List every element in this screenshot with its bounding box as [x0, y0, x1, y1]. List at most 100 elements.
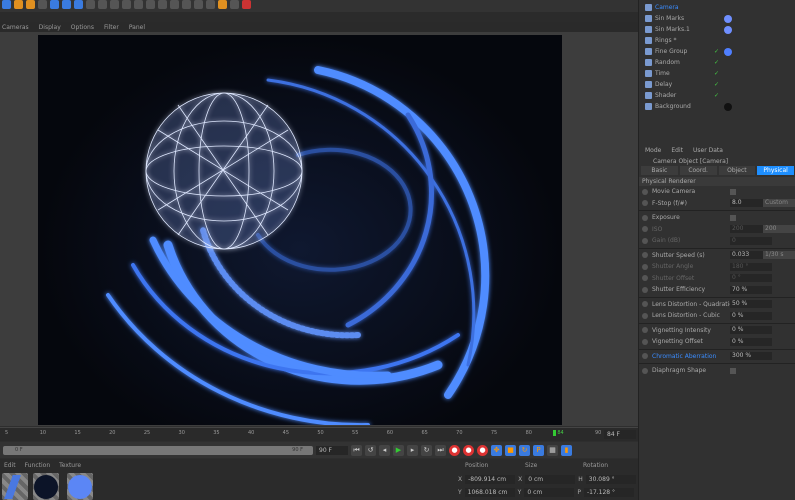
animate-dot-icon[interactable] [642, 252, 648, 259]
object-row[interactable]: Time ✓ [639, 68, 795, 79]
key-parameter-icon[interactable]: P [533, 444, 544, 456]
floor-icon[interactable] [182, 0, 191, 9]
param-value[interactable]: 0 % [730, 311, 772, 320]
z-axis-icon[interactable] [74, 0, 83, 9]
enabled-check-icon[interactable]: ✓ [714, 92, 719, 99]
object-row[interactable]: Shader ✓ [639, 90, 795, 101]
material-tag-icon[interactable] [724, 102, 732, 111]
keyframe-selection-icon[interactable]: ● [477, 444, 488, 456]
size-x-field[interactable]: 0 cm [525, 475, 576, 484]
menu-mode[interactable]: Mode [645, 147, 661, 154]
animate-dot-icon[interactable] [642, 327, 648, 334]
enabled-check-icon[interactable]: ✓ [714, 81, 719, 88]
render-settings-icon[interactable] [110, 0, 119, 9]
animate-dot-icon[interactable] [642, 188, 648, 195]
rotation-p-field[interactable]: -17.128 ° [583, 488, 634, 497]
animate-dot-icon[interactable] [642, 301, 648, 308]
prev-key-icon[interactable]: ↺ [365, 444, 376, 456]
menu-user-data[interactable]: User Data [693, 147, 723, 154]
param-value[interactable]: 0 % [730, 326, 772, 335]
rotation-h-field[interactable]: 30.089 ° [585, 475, 636, 484]
size-y-field[interactable]: 0 cm [524, 488, 575, 497]
object-row[interactable]: Camera [639, 2, 795, 13]
menu-filter[interactable]: Filter [104, 24, 119, 31]
object-row[interactable]: Delay ✓ [639, 79, 795, 90]
param-value[interactable]: 70 % [730, 285, 772, 294]
play-icon[interactable]: ▶ [393, 444, 404, 456]
animate-dot-icon[interactable] [642, 263, 648, 270]
animate-dot-icon[interactable] [642, 353, 648, 360]
playhead[interactable]: 84 [553, 430, 564, 436]
object-row[interactable]: Sin Marks.1 [639, 24, 795, 35]
animate-dot-icon[interactable] [642, 200, 648, 207]
enabled-check-icon[interactable]: ✓ [714, 48, 719, 55]
material-swatch[interactable] [67, 473, 93, 500]
param-value[interactable]: 0 % [730, 337, 772, 346]
camera-icon[interactable] [194, 0, 203, 9]
rotate-tool-icon[interactable] [26, 0, 35, 9]
material-tag-icon[interactable] [724, 25, 732, 34]
current-frame-field[interactable]: 84 F [604, 430, 636, 439]
animate-dot-icon[interactable] [642, 275, 648, 282]
key-rotation-icon[interactable]: ↻ [519, 444, 530, 456]
param-checkbox[interactable] [730, 188, 736, 195]
position-x-field[interactable]: -809.914 cm [465, 475, 516, 484]
animate-dot-icon[interactable] [642, 286, 648, 293]
object-row[interactable]: Sin Marks [639, 13, 795, 24]
snap-icon[interactable] [242, 0, 251, 9]
move-tool-icon[interactable] [2, 0, 11, 9]
tab-object[interactable]: Object [718, 166, 756, 175]
deformer-icon[interactable] [170, 0, 179, 9]
y-axis-icon[interactable] [62, 0, 71, 9]
param-checkbox[interactable] [730, 367, 736, 374]
animate-dot-icon[interactable] [642, 312, 648, 319]
menu-display[interactable]: Display [39, 24, 61, 31]
param-checkbox[interactable] [730, 214, 736, 221]
cube-icon[interactable] [122, 0, 131, 9]
go-to-start-icon[interactable]: ⏮ [351, 444, 362, 456]
menu-edit[interactable]: Edit [4, 462, 16, 469]
object-row[interactable]: Random ✓ [639, 57, 795, 68]
timeline-layout-icon[interactable]: ▮ [561, 444, 572, 456]
record-icon[interactable]: ● [449, 444, 460, 456]
key-scale-icon[interactable]: ■ [505, 444, 516, 456]
position-y-field[interactable]: 1068.018 cm [464, 488, 515, 497]
render-picture-icon[interactable] [98, 0, 107, 9]
spline-icon[interactable] [134, 0, 143, 9]
menu-edit[interactable]: Edit [671, 147, 683, 154]
render-view[interactable] [38, 35, 562, 428]
object-row[interactable]: Rings * [639, 35, 795, 46]
material-tag-icon[interactable] [724, 47, 732, 56]
menu-function[interactable]: Function [25, 462, 51, 469]
render-view-icon[interactable] [86, 0, 95, 9]
next-frame-icon[interactable]: ▸ [407, 444, 418, 456]
autokey-icon[interactable]: ● [463, 444, 474, 456]
key-position-icon[interactable]: ✥ [491, 444, 502, 456]
mograph-icon[interactable] [218, 0, 227, 9]
material-swatch[interactable] [33, 473, 59, 500]
param-value[interactable]: 300 % [730, 352, 772, 361]
animate-dot-icon[interactable] [642, 367, 648, 374]
object-row[interactable]: Background [639, 101, 795, 112]
nurbs-icon[interactable] [146, 0, 155, 9]
axis-icon[interactable] [38, 0, 47, 9]
menu-panel[interactable]: Panel [129, 24, 145, 31]
enabled-check-icon[interactable]: ✓ [714, 59, 719, 66]
menu-texture[interactable]: Texture [59, 462, 81, 469]
time-range-slider[interactable]: 0 F 90 F [3, 445, 313, 455]
animate-dot-icon[interactable] [642, 338, 648, 345]
enabled-check-icon[interactable]: ✓ [714, 70, 719, 77]
menu-cameras[interactable]: Cameras [2, 24, 29, 31]
menu-options[interactable]: Options [71, 24, 94, 31]
material-tag-icon[interactable] [724, 14, 732, 23]
key-pla-icon[interactable]: ▦ [547, 444, 558, 456]
object-row[interactable]: Fine Group ✓ [639, 46, 795, 57]
go-to-end-icon[interactable]: ⏭ [435, 444, 446, 456]
param-preset-dropdown[interactable]: 1/30 s [763, 251, 795, 260]
animate-dot-icon[interactable] [642, 214, 648, 221]
tab-physical[interactable]: Physical [757, 166, 794, 175]
animate-dot-icon[interactable] [642, 226, 648, 233]
material-swatch[interactable] [2, 473, 28, 500]
tab-basic[interactable]: Basic [641, 166, 678, 175]
x-axis-icon[interactable] [50, 0, 59, 9]
